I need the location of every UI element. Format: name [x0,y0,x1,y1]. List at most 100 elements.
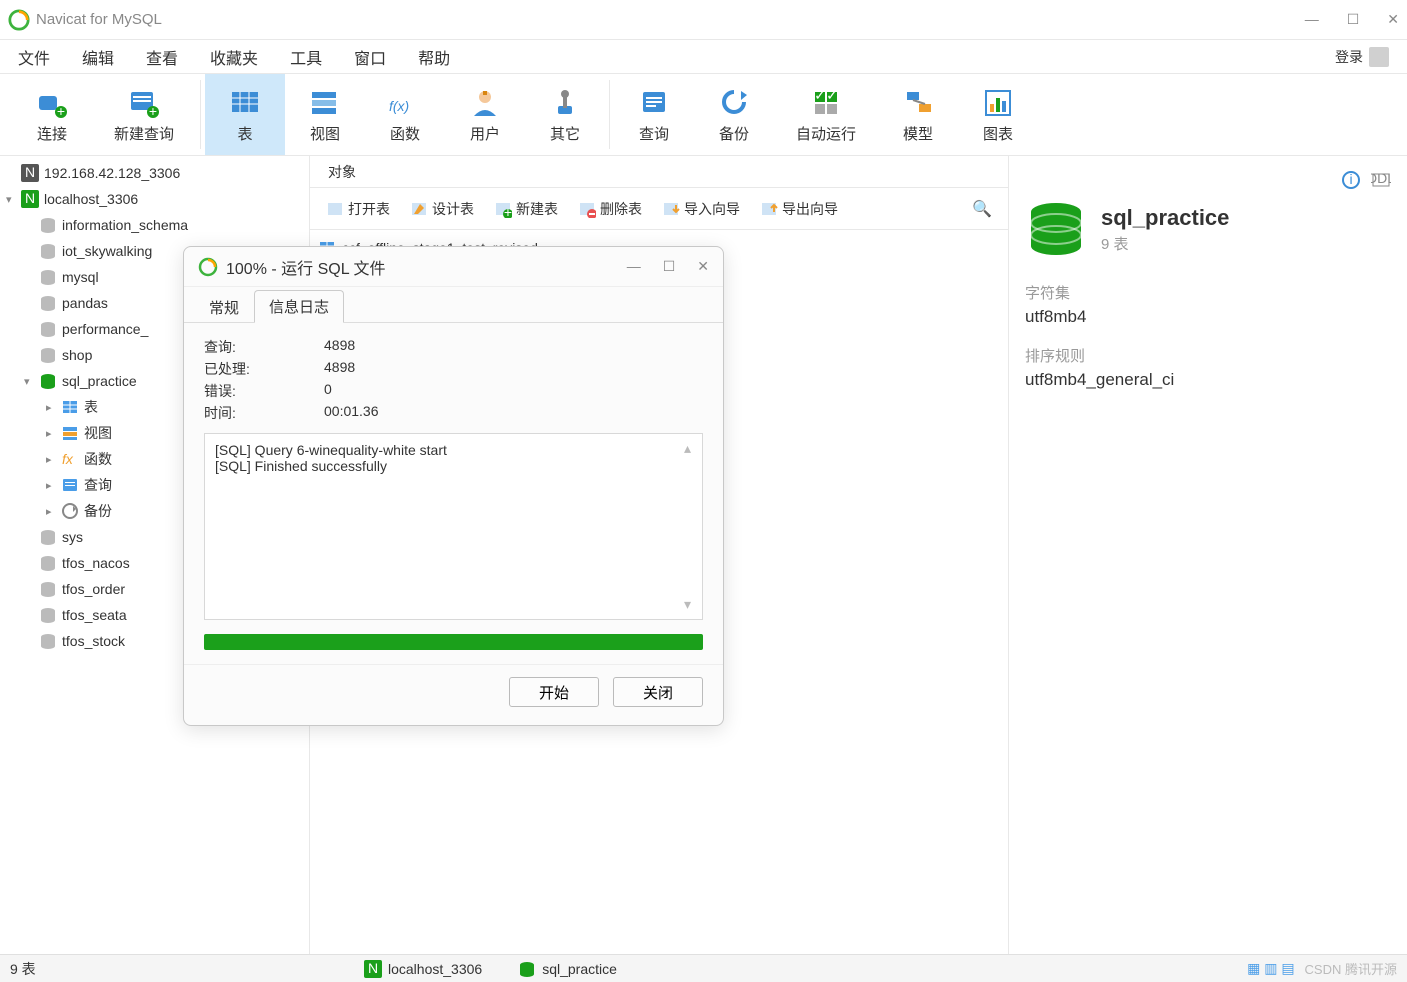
tool-connect[interactable]: + 连接 [12,74,92,155]
info-icon[interactable]: i [1341,170,1361,190]
db-icon [38,345,58,365]
content-toolbar: 打开表 设计表 +新建表 删除表 导入向导 导出向导 🔍 [310,188,1008,230]
tool-view-label: 视图 [310,123,340,144]
toolbar: + 连接 + 新建查询 表 视图 f(x) 函数 用户 其它 [0,74,1407,156]
stat-time-label: 时间: [204,403,324,423]
svg-text:f(x): f(x) [389,98,409,114]
menu-file[interactable]: 文件 [18,45,50,69]
svg-text:✓: ✓ [826,87,838,103]
tool-func[interactable]: f(x) 函数 [365,74,445,155]
menu-help[interactable]: 帮助 [418,45,450,69]
query-icon [60,475,80,495]
export-icon [760,200,778,218]
watermark: CSDN 腾讯开源 [1305,959,1397,978]
svg-text:i: i [1349,171,1352,187]
dialog-log[interactable]: [SQL] Query 6-winequality-white start [S… [204,433,703,620]
conn-1[interactable]: ▾Nlocalhost_3306 [0,186,309,212]
svg-text:+: + [57,103,65,119]
tab-general[interactable]: 常规 [194,291,254,323]
tool-other[interactable]: 其它 [525,74,605,155]
tool-newquery-label: 新建查询 [114,123,174,144]
tool-user-label: 用户 [470,123,500,144]
log-line: [SQL] Finished successfully [215,458,692,474]
menu-tools[interactable]: 工具 [290,45,322,69]
tool-chart[interactable]: 图表 [958,74,1038,155]
tool-newquery[interactable]: + 新建查询 [92,74,196,155]
user-icon [467,85,503,121]
db-icon [38,371,58,391]
ddl-icon[interactable]: DDL [1371,170,1391,190]
btn-new-table[interactable]: +新建表 [486,195,566,223]
conn-0[interactable]: N192.168.42.128_3306 [0,160,309,186]
tool-table[interactable]: 表 [205,74,285,155]
tool-table-label: 表 [238,123,253,144]
collation-label: 排序规则 [1025,345,1391,366]
tool-view[interactable]: 视图 [285,74,365,155]
svg-text:DDL: DDL [1371,170,1391,186]
titlebar: Navicat for MySQL — ☐ ✕ [0,0,1407,40]
btn-export-wizard[interactable]: 导出向导 [752,195,846,223]
menu-window[interactable]: 窗口 [354,45,386,69]
stat-error-label: 错误: [204,381,324,401]
menubar: 文件 编辑 查看 收藏夹 工具 窗口 帮助 登录 [0,40,1407,74]
dialog-close[interactable]: ✕ [697,258,709,275]
table-icon [227,85,263,121]
stat-processed-value: 4898 [324,359,703,379]
btn-import-wizard[interactable]: 导入向导 [654,195,748,223]
stat-query-label: 查询: [204,337,324,357]
start-button[interactable]: 开始 [509,677,599,707]
dialog-maximize[interactable]: ☐ [663,258,676,275]
tool-connect-label: 连接 [37,123,67,144]
tool-query[interactable]: 查询 [614,74,694,155]
view-mode-icons[interactable]: ▦ ▥ ▤ [1247,960,1294,977]
dialog-titlebar: 100% - 运行 SQL 文件 — ☐ ✕ [184,247,723,287]
login-label: 登录 [1335,47,1363,67]
close-button[interactable]: ✕ [1387,11,1399,28]
menu-view[interactable]: 查看 [146,45,178,69]
dialog-minimize[interactable]: — [627,258,641,275]
btn-design-table[interactable]: 设计表 [402,195,482,223]
menu-edit[interactable]: 编辑 [82,45,114,69]
scroll-down-icon[interactable]: ▾ [684,596,698,613]
db-icon [38,241,58,261]
scroll-up-icon[interactable]: ▴ [684,440,698,457]
btn-delete-table[interactable]: 删除表 [570,195,650,223]
tool-model-label: 模型 [903,123,933,144]
maximize-button[interactable]: ☐ [1347,11,1360,28]
chart-icon [980,85,1016,121]
stat-time-value: 00:01.36 [324,403,703,423]
db-icon [1025,198,1087,260]
conn-1-label: localhost_3306 [44,191,138,207]
dialog-stats: 查询:4898 已处理:4898 错误:0 时间:00:01.36 [204,337,703,423]
query2-icon [636,85,672,121]
search-icon[interactable]: 🔍 [972,199,1000,219]
menu-fav[interactable]: 收藏夹 [210,45,258,69]
tool-func-label: 函数 [390,123,420,144]
tool-other-label: 其它 [550,123,580,144]
wrench-icon [547,85,583,121]
statusbar: 9 表 Nlocalhost_3306 sql_practice ▦ ▥ ▤ C… [0,954,1407,982]
db-icon [38,293,58,313]
stat-processed-label: 已处理: [204,359,324,379]
svg-text:fx: fx [62,451,74,467]
login-button[interactable]: 登录 [1335,47,1389,67]
import-icon [662,200,680,218]
collation-value: utf8mb4_general_ci [1025,370,1391,390]
tool-model[interactable]: 模型 [878,74,958,155]
tab-log[interactable]: 信息日志 [254,290,344,323]
app-title: Navicat for MySQL [36,11,1305,28]
tool-auto-label: 自动运行 [796,123,856,144]
tool-user[interactable]: 用户 [445,74,525,155]
tool-auto[interactable]: ✓✓ 自动运行 [774,74,878,155]
query-icon: + [126,85,162,121]
btn-open-table[interactable]: 打开表 [318,195,398,223]
close-button[interactable]: 关闭 [613,677,703,707]
conn-0-label: 192.168.42.128_3306 [44,165,180,181]
db-information-schema[interactable]: information_schema [0,212,309,238]
object-tab[interactable]: 对象 [310,156,1008,188]
minimize-button[interactable]: — [1305,11,1319,28]
tool-query-label: 查询 [639,123,669,144]
server-icon: N [20,163,40,183]
tool-backup-label: 备份 [719,123,749,144]
tool-backup[interactable]: 备份 [694,74,774,155]
